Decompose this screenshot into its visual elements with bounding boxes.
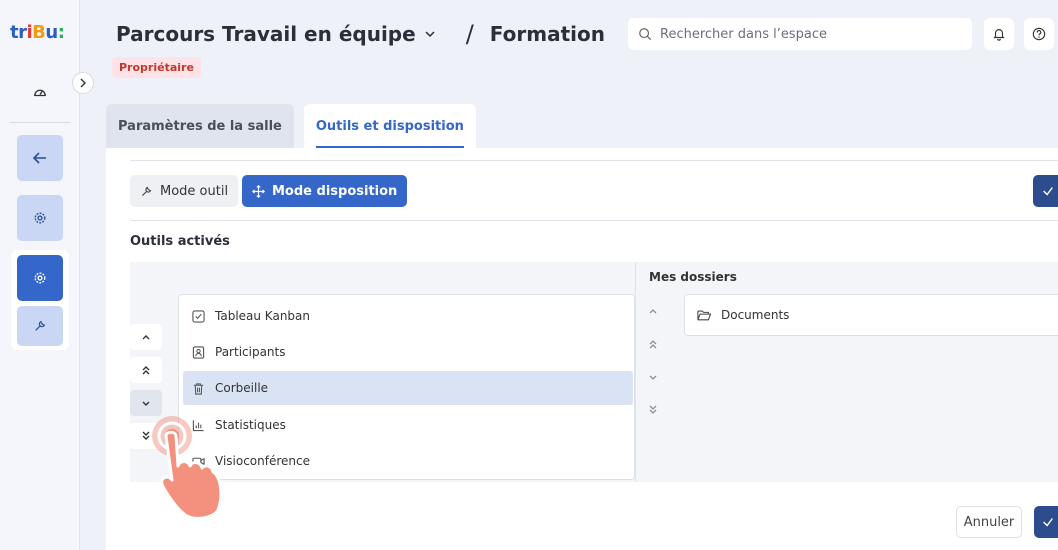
search-box[interactable] (628, 18, 972, 50)
folder-item-label: Documents (721, 308, 790, 322)
tap-hand-cursor-icon (152, 416, 223, 520)
folder-item[interactable]: Documents (684, 294, 1058, 336)
tab-bar: Paramètres de la salle Outils et disposi… (106, 104, 486, 148)
help-button[interactable] (1024, 18, 1054, 50)
chevron-down-icon (649, 375, 657, 380)
gauge-icon (34, 89, 46, 97)
gear-icon (34, 212, 46, 224)
folder-move-up-button[interactable] (642, 298, 664, 324)
confirm-button[interactable] (1033, 175, 1058, 207)
double-chevron-down-icon (649, 405, 657, 414)
folder-move-bottom-button[interactable] (642, 397, 664, 423)
bell-icon (993, 29, 1005, 41)
list-item[interactable]: Participants (183, 335, 633, 369)
folder-move-down-button[interactable] (642, 364, 664, 390)
move-top-button[interactable] (130, 357, 162, 383)
move-down-button[interactable] (130, 390, 162, 416)
mode-disposition-label: Mode disposition (272, 183, 398, 199)
layout-area: Mes dossiers Tableau Kanban Participants… (130, 262, 1058, 482)
logo-part: B (32, 22, 46, 43)
checkbox-icon (192, 309, 205, 323)
tab-parametres-salle[interactable]: Paramètres de la salle (106, 104, 294, 148)
sidebar: triBu: (0, 0, 80, 550)
move-icon (252, 184, 265, 198)
tribu-logo[interactable]: triBu: (10, 22, 65, 43)
help-icon (1032, 27, 1046, 41)
chevron-down-icon[interactable] (424, 28, 436, 40)
wrench-icon (35, 320, 46, 331)
double-chevron-up-icon (649, 340, 657, 349)
back-button[interactable] (17, 135, 63, 181)
mode-outil-label: Mode outil (160, 183, 229, 199)
move-up-button[interactable] (130, 324, 162, 350)
list-item-label: Participants (215, 345, 286, 359)
room-settings-button[interactable] (17, 255, 63, 301)
save-button[interactable] (1034, 506, 1058, 538)
notifications-button[interactable] (984, 18, 1014, 50)
arrow-left-icon (32, 152, 46, 164)
gear-icon (34, 272, 46, 284)
page-header: Parcours Travail en équipe / Formation (116, 20, 605, 48)
list-item[interactable]: Tableau Kanban (183, 299, 633, 333)
column-divider (635, 262, 636, 482)
logo-part: : (57, 22, 65, 43)
chevron-up-icon (142, 335, 150, 340)
cancel-button[interactable]: Annuler (956, 506, 1022, 538)
logo-part: u (45, 22, 58, 43)
tab-panel: Mode outil Mode disposition Outils activ… (106, 148, 1058, 550)
breadcrumb-separator: / (465, 20, 474, 48)
folder-reorder-controls (642, 298, 664, 430)
list-item-label: Tableau Kanban (215, 309, 310, 323)
chevron-down-icon (142, 401, 150, 406)
logo-part: tr (10, 22, 27, 43)
check-icon (1043, 518, 1053, 527)
divider (130, 220, 1058, 221)
list-item-selected[interactable]: Corbeille (183, 371, 633, 405)
search-icon (639, 28, 652, 41)
main-content: Parcours Travail en équipe / Formation P… (106, 0, 1058, 550)
divider (130, 160, 1058, 161)
chevron-up-icon (649, 309, 657, 314)
double-chevron-up-icon (142, 366, 150, 375)
page-title: Formation (489, 22, 605, 46)
tools-list: Tableau Kanban Participants Corbeille St… (178, 294, 635, 480)
wrench-icon (142, 186, 152, 196)
list-item[interactable]: Statistiques (183, 408, 633, 442)
folder-move-top-button[interactable] (642, 331, 664, 357)
sidebar-divider (10, 122, 70, 123)
folders-header: Mes dossiers (649, 270, 737, 284)
mode-outil-button[interactable]: Mode outil (130, 175, 239, 207)
list-item[interactable]: Visioconférence (183, 444, 633, 478)
section-title: Outils activés (130, 234, 230, 249)
mode-disposition-button[interactable]: Mode disposition (242, 175, 408, 207)
expand-sidebar-button[interactable] (72, 72, 94, 94)
folder-open-icon (697, 310, 711, 321)
list-item-label: Corbeille (215, 381, 269, 395)
check-icon (1043, 187, 1053, 196)
tab-outils-disposition[interactable]: Outils et disposition (303, 104, 476, 148)
settings-button[interactable] (17, 195, 63, 241)
contact-card-icon (192, 345, 205, 359)
chevron-right-icon (80, 78, 86, 88)
search-input[interactable] (660, 26, 950, 42)
role-badge: Propriétaire (112, 57, 201, 78)
space-title[interactable]: Parcours Travail en équipe (116, 22, 416, 46)
trash-icon (193, 382, 204, 395)
dashboard-button[interactable] (28, 80, 52, 104)
tools-button[interactable] (17, 306, 63, 346)
